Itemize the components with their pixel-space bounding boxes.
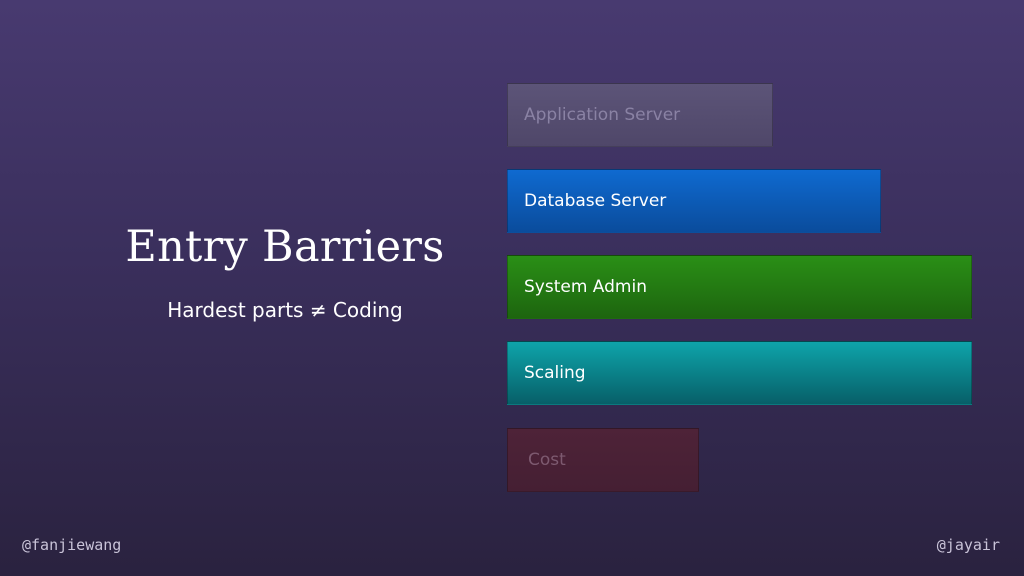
slide-title: Entry Barriers xyxy=(125,222,445,272)
layer-scaling: Scaling xyxy=(507,341,972,405)
layer-cost: Cost xyxy=(507,428,699,492)
author-handle-left: @fanjiewang xyxy=(22,536,122,554)
layer-system-admin: System Admin xyxy=(507,255,972,319)
slide-subtitle: Hardest parts ≠ Coding xyxy=(167,298,403,322)
layer-application-server: Application Server xyxy=(507,83,773,147)
author-handle-right: @jayair xyxy=(936,536,1000,554)
layer-database-server: Database Server xyxy=(507,169,881,233)
